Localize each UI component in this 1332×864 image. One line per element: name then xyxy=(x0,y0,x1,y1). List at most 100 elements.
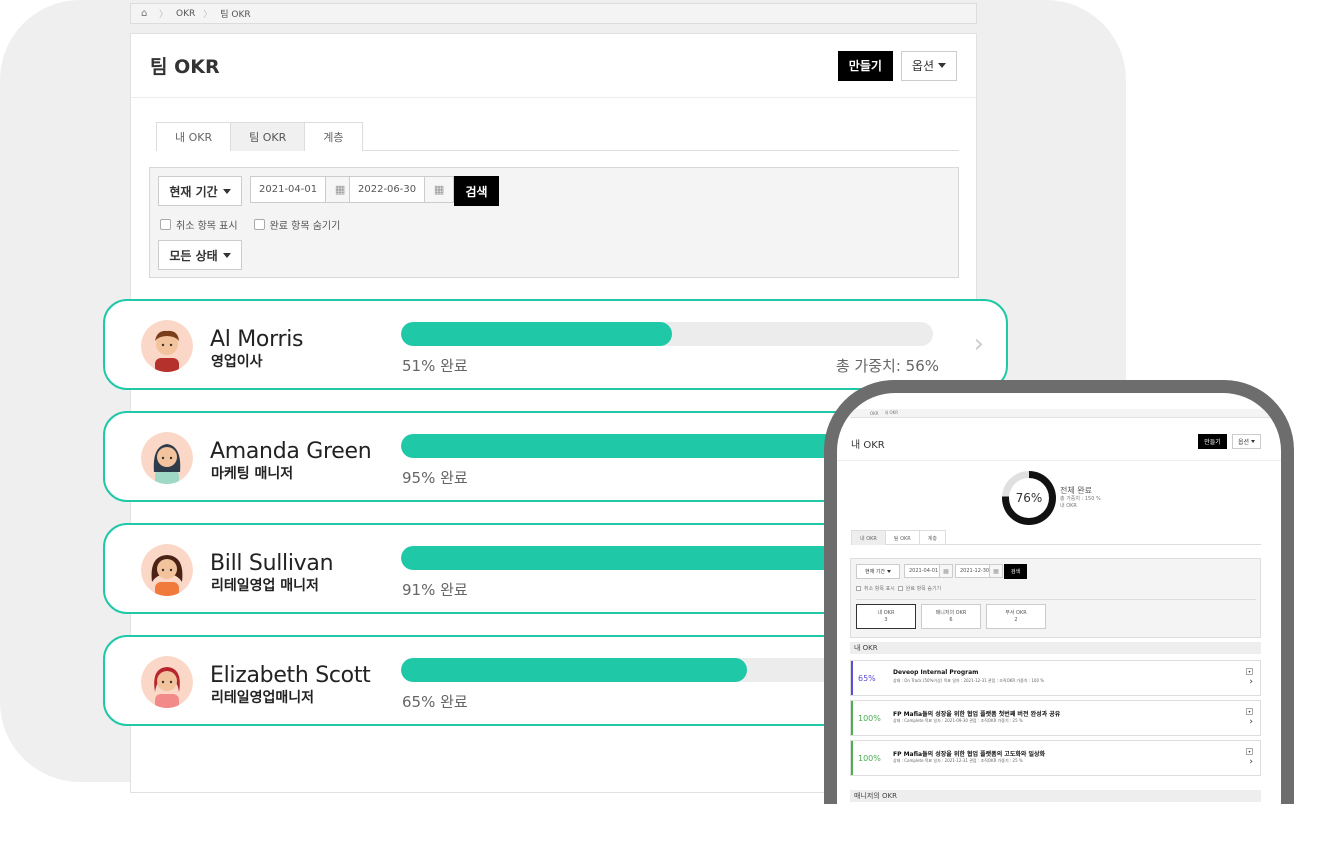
breadcrumb-separator: 〉 xyxy=(203,10,213,20)
mobile-show-cancelled-label: 취소 항목 표시 xyxy=(864,586,895,592)
tab-bar: 내 OKR 팀 OKR 계층 xyxy=(156,122,959,151)
start-date-value[interactable]: 2021-04-01 xyxy=(251,177,325,202)
end-date-value[interactable]: 2022-06-30 xyxy=(350,177,424,202)
caret-down-icon xyxy=(222,252,231,258)
avatar-woman-icon xyxy=(141,432,193,484)
start-date-field[interactable]: 2021-04-01 ▦ xyxy=(250,176,356,203)
mobile-tab-team-okr[interactable]: 팀 OKR xyxy=(884,530,920,545)
chevron-right-icon[interactable]: › xyxy=(974,331,984,357)
person-role: 리테일영업매니저 xyxy=(211,690,315,706)
dropdown-icon[interactable]: ▾ xyxy=(1246,668,1253,675)
okr-item[interactable]: 100% FP Mafia들의 성장을 위한 협업 플랫폼의 고도화와 일상화 … xyxy=(850,740,1261,776)
mobile-breadcrumb-item[interactable]: 내 OKR xyxy=(885,410,899,416)
create-button[interactable]: 만들기 xyxy=(837,50,893,81)
chevron-right-icon[interactable]: › xyxy=(1249,717,1253,727)
okr-status-bar xyxy=(851,741,853,775)
progress-fill xyxy=(401,658,747,682)
person-name: Elizabeth Scott xyxy=(210,663,371,688)
okr-percent: 65% xyxy=(858,674,876,683)
person-card[interactable]: Al Morris 영업이사 51% 완료 총 가중치: 56% › xyxy=(103,299,1008,390)
mobile-show-cancelled-checkbox[interactable] xyxy=(856,586,861,591)
chevron-right-icon[interactable]: › xyxy=(1249,677,1253,687)
page-title: 팀 OKR xyxy=(150,56,220,78)
show-cancelled-checkbox[interactable] xyxy=(160,219,171,230)
count-value: 6 xyxy=(949,616,953,623)
mobile-create-button[interactable]: 만들기 xyxy=(1198,434,1227,449)
person-name: Al Morris xyxy=(210,327,304,352)
stage: ⌂ 〉 OKR 〉 팀 OKR 팀 OKR 만들기 옵션 내 OKR 팀 OKR… xyxy=(0,0,1332,864)
options-button[interactable]: 옵션 xyxy=(900,50,957,81)
checkbox-row: 취소 항목 표시 완료 항목 숨기기 xyxy=(160,217,340,232)
breadcrumb-separator: 〉 xyxy=(159,10,169,20)
show-cancelled-label: 취소 항목 표시 xyxy=(176,221,238,232)
overall-progress-ring: 76% xyxy=(1002,471,1056,525)
mobile-start-date[interactable]: 2021-04-01 xyxy=(904,564,944,578)
calendar-icon[interactable]: ▦ xyxy=(939,564,953,578)
breadcrumb-item-team-okr[interactable]: 팀 OKR xyxy=(220,7,250,20)
avatar xyxy=(141,544,193,596)
chevron-right-icon[interactable]: › xyxy=(1249,757,1253,767)
count-card-manager-okr[interactable]: 매니저의 OKR 6 xyxy=(921,604,981,629)
okr-title: FP Mafia들의 성장을 위한 협업 플랫폼 첫번째 버전 완성과 공유 xyxy=(893,711,1061,718)
panel-header: 팀 OKR 만들기 옵션 xyxy=(131,34,976,98)
tab-hierarchy[interactable]: 계층 xyxy=(304,122,363,151)
avatar xyxy=(141,432,193,484)
mobile-tab-hierarchy[interactable]: 계층 xyxy=(918,530,946,545)
tab-team-okr[interactable]: 팀 OKR xyxy=(230,122,306,151)
okr-item[interactable]: 65% Deveop Internal Program 상태 : On Trac… xyxy=(850,660,1261,696)
breadcrumb-item-okr[interactable]: OKR xyxy=(176,9,195,19)
mobile-search-button[interactable]: 검색 xyxy=(1004,564,1027,579)
mobile-options-button[interactable]: 옵션 xyxy=(1232,434,1261,449)
mobile-breadcrumb-item[interactable]: OKR xyxy=(870,411,879,416)
hide-completed-label: 완료 항목 숨기기 xyxy=(269,221,341,232)
dropdown-icon[interactable]: ▾ xyxy=(1246,748,1253,755)
count-value: 3 xyxy=(884,616,888,623)
okr-meta: 상태 : Complete 목표 일자 : 2021-12-31 관점 : 조직… xyxy=(893,758,1023,763)
progress-bar xyxy=(401,322,933,346)
mobile-period-label: 현재 기간 xyxy=(865,569,885,575)
options-label: 옵션 xyxy=(911,59,934,73)
phone-frame: OKR 내 OKR 내 OKR 만들기 옵션 76% 전체 완료 총 가중치 :… xyxy=(824,380,1294,864)
status-dropdown[interactable]: 모든 상태 xyxy=(158,240,242,270)
calendar-icon[interactable]: ▦ xyxy=(424,177,454,202)
caret-down-icon xyxy=(1251,440,1256,443)
mobile-tab-my-okr[interactable]: 내 OKR xyxy=(851,530,886,545)
period-dropdown[interactable]: 현재 기간 xyxy=(158,176,242,206)
bottom-mask xyxy=(0,804,1332,864)
tab-my-okr[interactable]: 내 OKR xyxy=(156,122,232,151)
caret-down-icon xyxy=(222,188,231,194)
avatar xyxy=(141,656,193,708)
hide-completed-checkbox[interactable] xyxy=(253,219,265,230)
search-button[interactable]: 검색 xyxy=(454,176,499,206)
okr-item[interactable]: 100% FP Mafia들의 성장을 위한 협업 플랫폼 첫번째 버전 완성과… xyxy=(850,700,1261,736)
dropdown-icon[interactable]: ▾ xyxy=(1246,708,1253,715)
divider xyxy=(856,599,1256,600)
caret-down-icon xyxy=(938,63,946,68)
mobile-hide-completed-checkbox[interactable] xyxy=(897,586,903,591)
person-name: Bill Sullivan xyxy=(210,551,334,576)
person-role: 영업이사 xyxy=(211,354,263,370)
person-role: 마케팅 매니저 xyxy=(211,466,294,482)
count-label: 부서 OKR xyxy=(1005,609,1027,616)
end-date-field[interactable]: 2022-06-30 ▦ xyxy=(349,176,455,203)
count-card-my-okr[interactable]: 내 OKR 3 xyxy=(856,604,916,629)
mobile-period-dropdown[interactable]: 현재 기간 xyxy=(856,564,900,579)
overall-label: 전체 완료 xyxy=(1060,486,1092,495)
status-label: 모든 상태 xyxy=(169,248,218,263)
progress-fill xyxy=(401,322,673,346)
mobile-breadcrumb: OKR 내 OKR xyxy=(850,409,1270,418)
mobile-page-title: 내 OKR xyxy=(851,440,885,451)
count-label: 매니저의 OKR xyxy=(935,609,967,616)
count-card-dept-okr[interactable]: 부서 OKR 2 xyxy=(986,604,1046,629)
weight-label: 총 가중치: 56% xyxy=(835,357,939,375)
section-manager-okr: 매니저의 OKR xyxy=(850,790,1261,802)
breadcrumb: ⌂ 〉 OKR 〉 팀 OKR xyxy=(130,3,977,24)
calendar-icon[interactable]: ▦ xyxy=(989,564,1003,578)
section-my-okr: 내 OKR xyxy=(850,642,1261,654)
caret-down-icon xyxy=(887,570,891,573)
mobile-tab-bar: 내 OKR 팀 OKR 계층 xyxy=(851,530,1261,545)
avatar-man-icon xyxy=(141,320,193,372)
okr-percent: 100% xyxy=(858,754,881,763)
home-icon[interactable]: ⌂ xyxy=(141,8,151,19)
progress-label: 95% 완료 xyxy=(402,469,468,487)
